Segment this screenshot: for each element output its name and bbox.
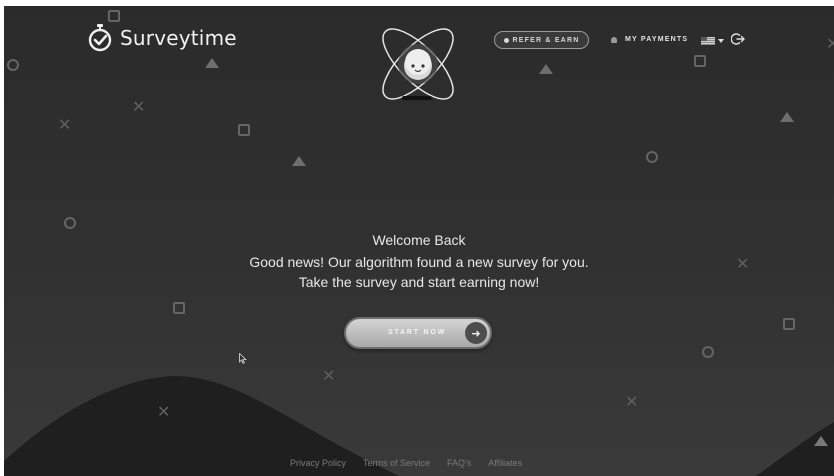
footer-link-affiliates[interactable]: Affiliates: [488, 458, 522, 468]
bg-circle-icon: [7, 59, 19, 71]
arrow-right-icon: ➜: [465, 322, 487, 344]
app-screen: ✕ ✕ ✕ ✕ ✕ ✕ ✕ Surveytime REFER & EARN MY…: [4, 6, 834, 476]
dot-icon: [503, 37, 509, 43]
bg-triangle-icon: [780, 112, 794, 122]
survey-message-line2: Take the survey and start earning now!: [298, 274, 540, 290]
bg-cross-icon: ✕: [132, 97, 146, 116]
refer-label: REFER & EARN: [512, 36, 580, 44]
atom-mascot-icon: [382, 28, 454, 100]
bg-cross-icon: ✕: [322, 366, 336, 385]
bg-cross-icon: ✕: [826, 34, 834, 53]
footer-links: Privacy Policy Terms of Service FAQ's Af…: [290, 458, 522, 468]
bg-triangle-icon: [292, 156, 306, 166]
start-now-button[interactable]: START NOW ➜: [344, 317, 492, 349]
bg-triangle-icon: [539, 64, 553, 74]
bg-circle-icon: [702, 346, 714, 358]
footer-link-faq[interactable]: FAQ's: [447, 458, 471, 468]
start-label: START NOW: [388, 329, 447, 336]
footer-link-privacy[interactable]: Privacy Policy: [290, 458, 346, 468]
my-payments-link[interactable]: MY PAYMENTS: [611, 36, 688, 43]
bg-square-icon: [238, 124, 250, 136]
mouse-pointer-icon: [239, 353, 247, 364]
bg-cross-icon: ✕: [625, 392, 639, 411]
bg-cross-icon: ✕: [58, 115, 72, 134]
bg-square-icon: [783, 318, 795, 330]
refer-and-earn-button[interactable]: REFER & EARN: [494, 31, 589, 49]
brand-name: Surveytime: [120, 26, 237, 50]
brand-logo[interactable]: Surveytime: [88, 24, 237, 52]
bg-cross-icon: ✕: [157, 402, 171, 421]
payments-label: MY PAYMENTS: [625, 36, 689, 43]
bg-triangle-icon: [814, 436, 828, 446]
bg-circle-icon: [64, 217, 76, 229]
survey-message-line1: Good news! Our algorithm found a new sur…: [249, 254, 589, 270]
footer-link-terms[interactable]: Terms of Service: [363, 458, 430, 468]
bg-square-icon: [173, 302, 185, 314]
stopwatch-check-icon: [88, 24, 112, 52]
welcome-title: Welcome Back: [372, 232, 466, 248]
language-select[interactable]: [701, 37, 724, 45]
logout-icon[interactable]: [731, 32, 745, 46]
bg-circle-icon: [646, 151, 658, 163]
us-flag-icon: [701, 37, 715, 45]
bg-square-icon: [694, 55, 706, 67]
chevron-down-icon: [718, 39, 724, 43]
bg-triangle-icon: [205, 58, 219, 68]
bg-square-icon: [108, 10, 120, 22]
bell-icon: [611, 36, 617, 43]
